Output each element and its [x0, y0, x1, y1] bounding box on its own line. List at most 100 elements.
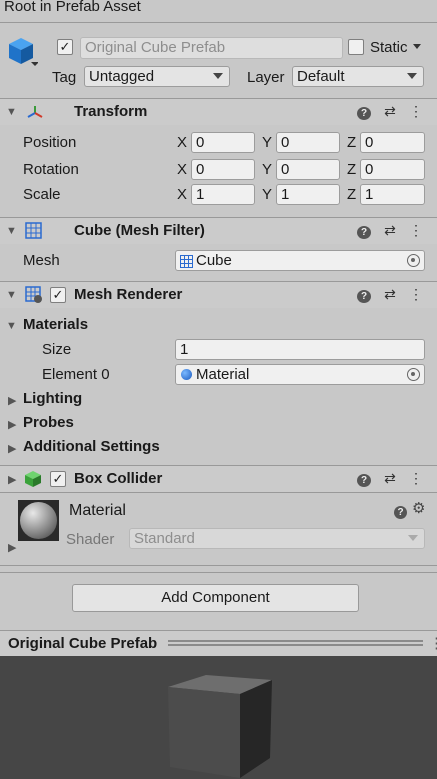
rotation-x-field[interactable]: 0: [191, 159, 255, 180]
more-menu-icon[interactable]: ⋮: [409, 470, 423, 487]
help-icon[interactable]: ?: [357, 470, 371, 487]
layer-dropdown[interactable]: Default: [292, 66, 424, 87]
material-sphere-icon: [181, 369, 192, 380]
materials-label[interactable]: Materials: [23, 316, 88, 333]
material-name: Material: [69, 502, 126, 519]
shader-label: Shader: [66, 531, 115, 548]
mesh-icon: [180, 254, 193, 273]
gear-icon[interactable]: ⚙: [412, 499, 425, 517]
materials-size-field[interactable]: 1: [175, 339, 425, 360]
preview-header: Original Cube Prefab ⋮: [0, 630, 437, 656]
prefab-root-label: Root in Prefab Asset: [4, 0, 141, 15]
help-icon[interactable]: ?: [394, 502, 407, 519]
static-dropdown-arrow[interactable]: [413, 44, 421, 49]
layer-value: Default: [297, 68, 345, 85]
chevron-down-icon: [407, 73, 417, 79]
transform-icon: [26, 104, 44, 124]
tag-value: Untagged: [89, 68, 155, 85]
scale-z-field[interactable]: 1: [360, 184, 425, 205]
element-0-label: Element 0: [42, 366, 110, 383]
element-0-object-field[interactable]: Material: [175, 364, 425, 385]
rotation-z-field[interactable]: 0: [360, 159, 425, 180]
axis-x-label: X: [177, 161, 188, 178]
position-y-field[interactable]: 0: [276, 132, 340, 153]
help-icon[interactable]: ?: [357, 103, 371, 120]
shader-dropdown[interactable]: Standard: [129, 528, 425, 549]
more-menu-icon[interactable]: ⋮: [409, 103, 423, 120]
probes-fold-icon[interactable]: ▶: [8, 418, 16, 431]
layer-label: Layer: [247, 69, 285, 86]
mesh-filter-icon: [25, 222, 42, 243]
presets-icon[interactable]: ⇄: [383, 222, 397, 239]
shader-value: Standard: [134, 530, 195, 547]
probes-foldout[interactable]: Probes: [23, 414, 74, 431]
axis-x-label: X: [177, 134, 188, 151]
divider: [0, 565, 437, 566]
additional-settings-foldout[interactable]: Additional Settings: [23, 438, 160, 455]
transform-header[interactable]: ▼ Transform ? ⇄ ⋮: [0, 98, 437, 125]
mesh-renderer-enabled-checkbox[interactable]: ✓: [50, 287, 66, 303]
transform-title: Transform: [74, 103, 148, 120]
additional-settings-fold-icon[interactable]: ▶: [8, 442, 16, 455]
box-collider-icon: [25, 470, 42, 492]
axis-z-label: Z: [347, 161, 357, 178]
materials-fold-icon[interactable]: ▼: [6, 320, 17, 332]
presets-icon[interactable]: ⇄: [383, 286, 397, 303]
divider: [0, 572, 437, 573]
object-picker-icon[interactable]: [407, 254, 420, 267]
material-preview-thumbnail: [18, 500, 59, 541]
help-icon[interactable]: ?: [357, 286, 371, 303]
object-name-field[interactable]: Original Cube Prefab: [80, 37, 343, 59]
scale-x-field[interactable]: 1: [191, 184, 255, 205]
axis-y-label: Y: [262, 134, 273, 151]
mesh-label: Mesh: [23, 252, 60, 269]
axis-x-label: X: [177, 186, 188, 203]
tag-label: Tag: [52, 69, 77, 86]
box-collider-enabled-checkbox[interactable]: ✓: [50, 471, 66, 487]
mesh-object-field[interactable]: Cube: [175, 250, 425, 271]
box-collider-header[interactable]: ▶ ✓ Box Collider ? ⇄ ⋮: [0, 465, 437, 492]
chevron-down-icon: [213, 73, 223, 79]
more-menu-icon[interactable]: ⋮: [409, 222, 423, 239]
mesh-renderer-icon: [25, 286, 43, 308]
preview-viewport[interactable]: [0, 656, 437, 779]
divider: [0, 22, 437, 23]
fold-expanded-icon[interactable]: ▼: [6, 289, 17, 301]
lighting-fold-icon[interactable]: ▶: [8, 394, 16, 407]
mesh-renderer-title: Mesh Renderer: [74, 286, 183, 303]
axis-z-label: Z: [347, 134, 357, 151]
mesh-value: Cube: [196, 252, 232, 269]
position-z-field[interactable]: 0: [360, 132, 425, 153]
presets-icon[interactable]: ⇄: [383, 103, 397, 120]
preview-title: Original Cube Prefab: [8, 635, 158, 652]
help-icon[interactable]: ?: [357, 222, 371, 239]
static-checkbox[interactable]: [348, 39, 364, 55]
rotation-y-field[interactable]: 0: [276, 159, 340, 180]
more-menu-icon[interactable]: ⋮: [409, 286, 423, 303]
position-x-field[interactable]: 0: [191, 132, 255, 153]
object-picker-icon[interactable]: [407, 368, 420, 381]
rotation-label: Rotation: [23, 161, 79, 178]
divider: [0, 492, 437, 493]
axis-y-label: Y: [262, 186, 273, 203]
drag-handle-lines[interactable]: [168, 640, 423, 646]
add-component-button[interactable]: Add Component: [72, 584, 359, 612]
scale-y-field[interactable]: 1: [276, 184, 340, 205]
fold-expanded-icon[interactable]: ▼: [6, 106, 17, 118]
fold-expanded-icon[interactable]: ▼: [6, 225, 17, 237]
mesh-filter-header[interactable]: ▼ Cube (Mesh Filter) ? ⇄ ⋮: [0, 217, 437, 244]
material-fold-icon[interactable]: ▶: [8, 541, 16, 554]
more-menu-icon[interactable]: ⋮: [429, 634, 437, 652]
tag-dropdown[interactable]: Untagged: [84, 66, 230, 87]
element-0-value: Material: [196, 366, 250, 383]
mesh-filter-title: Cube (Mesh Filter): [74, 222, 205, 239]
gameobject-cube-icon: [8, 36, 39, 72]
position-label: Position: [23, 134, 77, 151]
fold-collapsed-icon[interactable]: ▶: [8, 473, 16, 486]
mesh-renderer-header[interactable]: ▼ ✓ Mesh Renderer ? ⇄ ⋮: [0, 281, 437, 308]
axis-z-label: Z: [347, 186, 357, 203]
presets-icon[interactable]: ⇄: [383, 470, 397, 487]
active-checkbox[interactable]: ✓: [57, 39, 73, 55]
lighting-foldout[interactable]: Lighting: [23, 390, 82, 407]
box-collider-title: Box Collider: [74, 470, 163, 487]
